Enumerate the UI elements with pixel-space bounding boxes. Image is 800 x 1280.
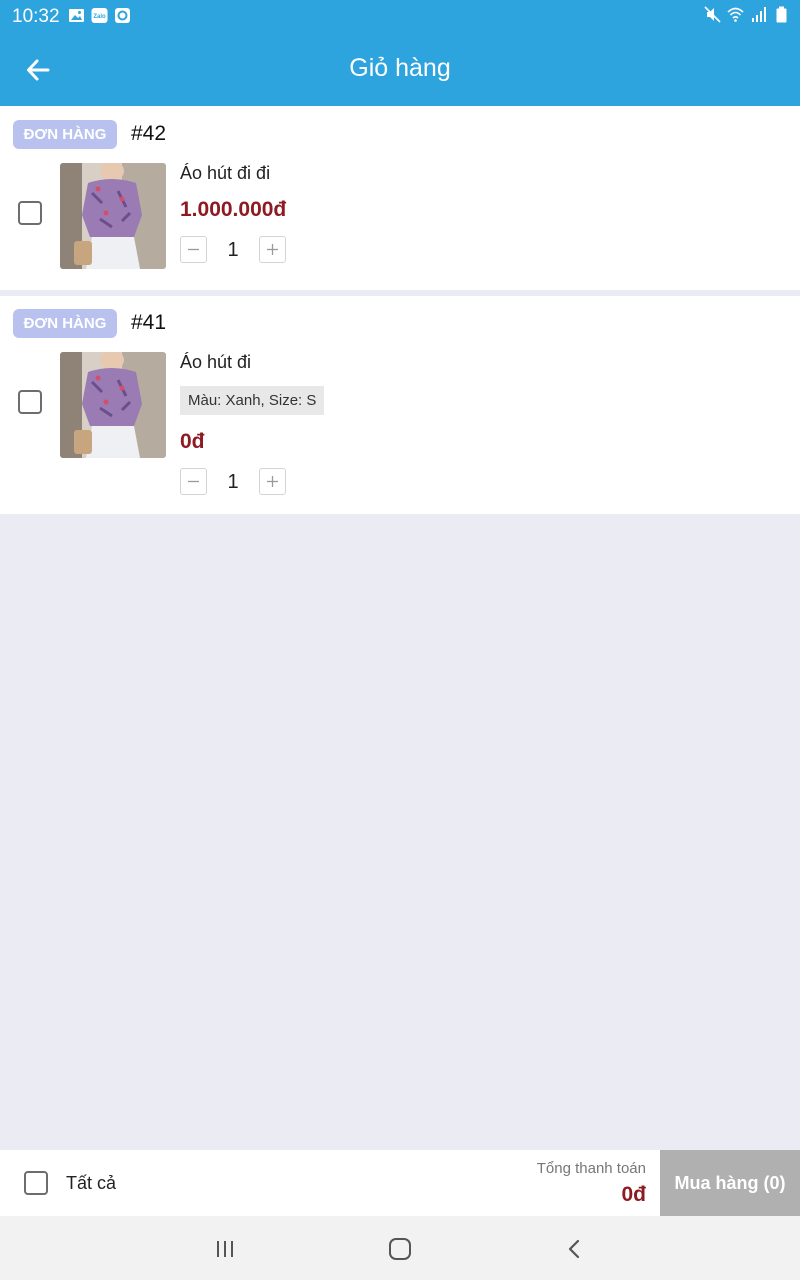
minus-icon — [188, 480, 199, 483]
order-id: #42 — [131, 122, 167, 145]
product-price: 0đ — [180, 430, 205, 453]
product-name[interactable]: Áo hút đi — [180, 352, 251, 373]
gallery-icon — [69, 9, 84, 22]
battery-icon — [776, 6, 787, 23]
item-checkbox[interactable] — [18, 390, 42, 414]
back-nav-button[interactable] — [560, 1234, 590, 1264]
wifi-icon — [727, 7, 744, 22]
plus-icon — [267, 476, 278, 487]
select-all-checkbox[interactable] — [24, 1171, 48, 1195]
signal-icon — [752, 7, 766, 22]
select-all-label[interactable]: Tất cả — [66, 1173, 116, 1194]
item-checkbox[interactable] — [18, 201, 42, 225]
minus-icon — [188, 248, 199, 251]
order-badge: ĐƠN HÀNG — [13, 120, 117, 149]
product-thumbnail[interactable] — [60, 163, 166, 269]
back-nav-icon — [568, 1239, 580, 1259]
quantity-value: 1 — [227, 471, 239, 493]
system-nav-bar — [0, 1216, 800, 1280]
svg-text:Zalo: Zalo — [93, 14, 106, 20]
quantity-decrease-button[interactable] — [180, 236, 207, 263]
quantity-increase-button[interactable] — [259, 236, 286, 263]
product-image — [60, 352, 166, 458]
quantity-increase-button[interactable] — [259, 468, 286, 495]
status-bar: 10:32 Zalo — [0, 0, 800, 34]
page-title: Giỏ hàng — [349, 54, 451, 82]
product-thumbnail[interactable] — [60, 352, 166, 458]
recent-apps-icon — [217, 1241, 233, 1257]
app-notification-icon — [115, 8, 130, 23]
order-card: ĐƠN HÀNG #41 Áo hút đi Màu: Xanh, Size: … — [0, 296, 800, 514]
home-icon — [389, 1238, 411, 1260]
product-image — [60, 163, 166, 269]
order-card: ĐƠN HÀNG #42 Áo hút đi đi 1.000.000đ 1 — [0, 106, 800, 290]
order-badge: ĐƠN HÀNG — [13, 309, 117, 338]
buy-button[interactable]: Mua hàng (0) — [660, 1150, 800, 1216]
status-icons-right — [704, 6, 790, 23]
app-bar: Giỏ hàng — [0, 34, 800, 106]
product-price: 1.000.000đ — [180, 198, 287, 221]
variant-tag: Màu: Xanh, Size: S — [180, 386, 325, 415]
recent-apps-button[interactable] — [210, 1234, 240, 1264]
total-value: 0đ — [621, 1183, 646, 1206]
quantity-decrease-button[interactable] — [180, 468, 207, 495]
checkout-bar: Tất cả Tổng thanh toán 0đ Mua hàng (0) — [0, 1150, 800, 1216]
status-time: 10:32 — [12, 6, 60, 27]
plus-icon — [267, 244, 278, 255]
zalo-icon: Zalo — [91, 8, 108, 23]
order-id: #41 — [131, 311, 167, 334]
product-name[interactable]: Áo hút đi đi — [180, 163, 270, 184]
total-label: Tổng thanh toán — [536, 1160, 646, 1177]
quantity-value: 1 — [227, 239, 239, 261]
status-icons-left: Zalo — [68, 7, 131, 24]
home-button[interactable] — [385, 1234, 415, 1264]
mute-icon — [704, 6, 721, 23]
